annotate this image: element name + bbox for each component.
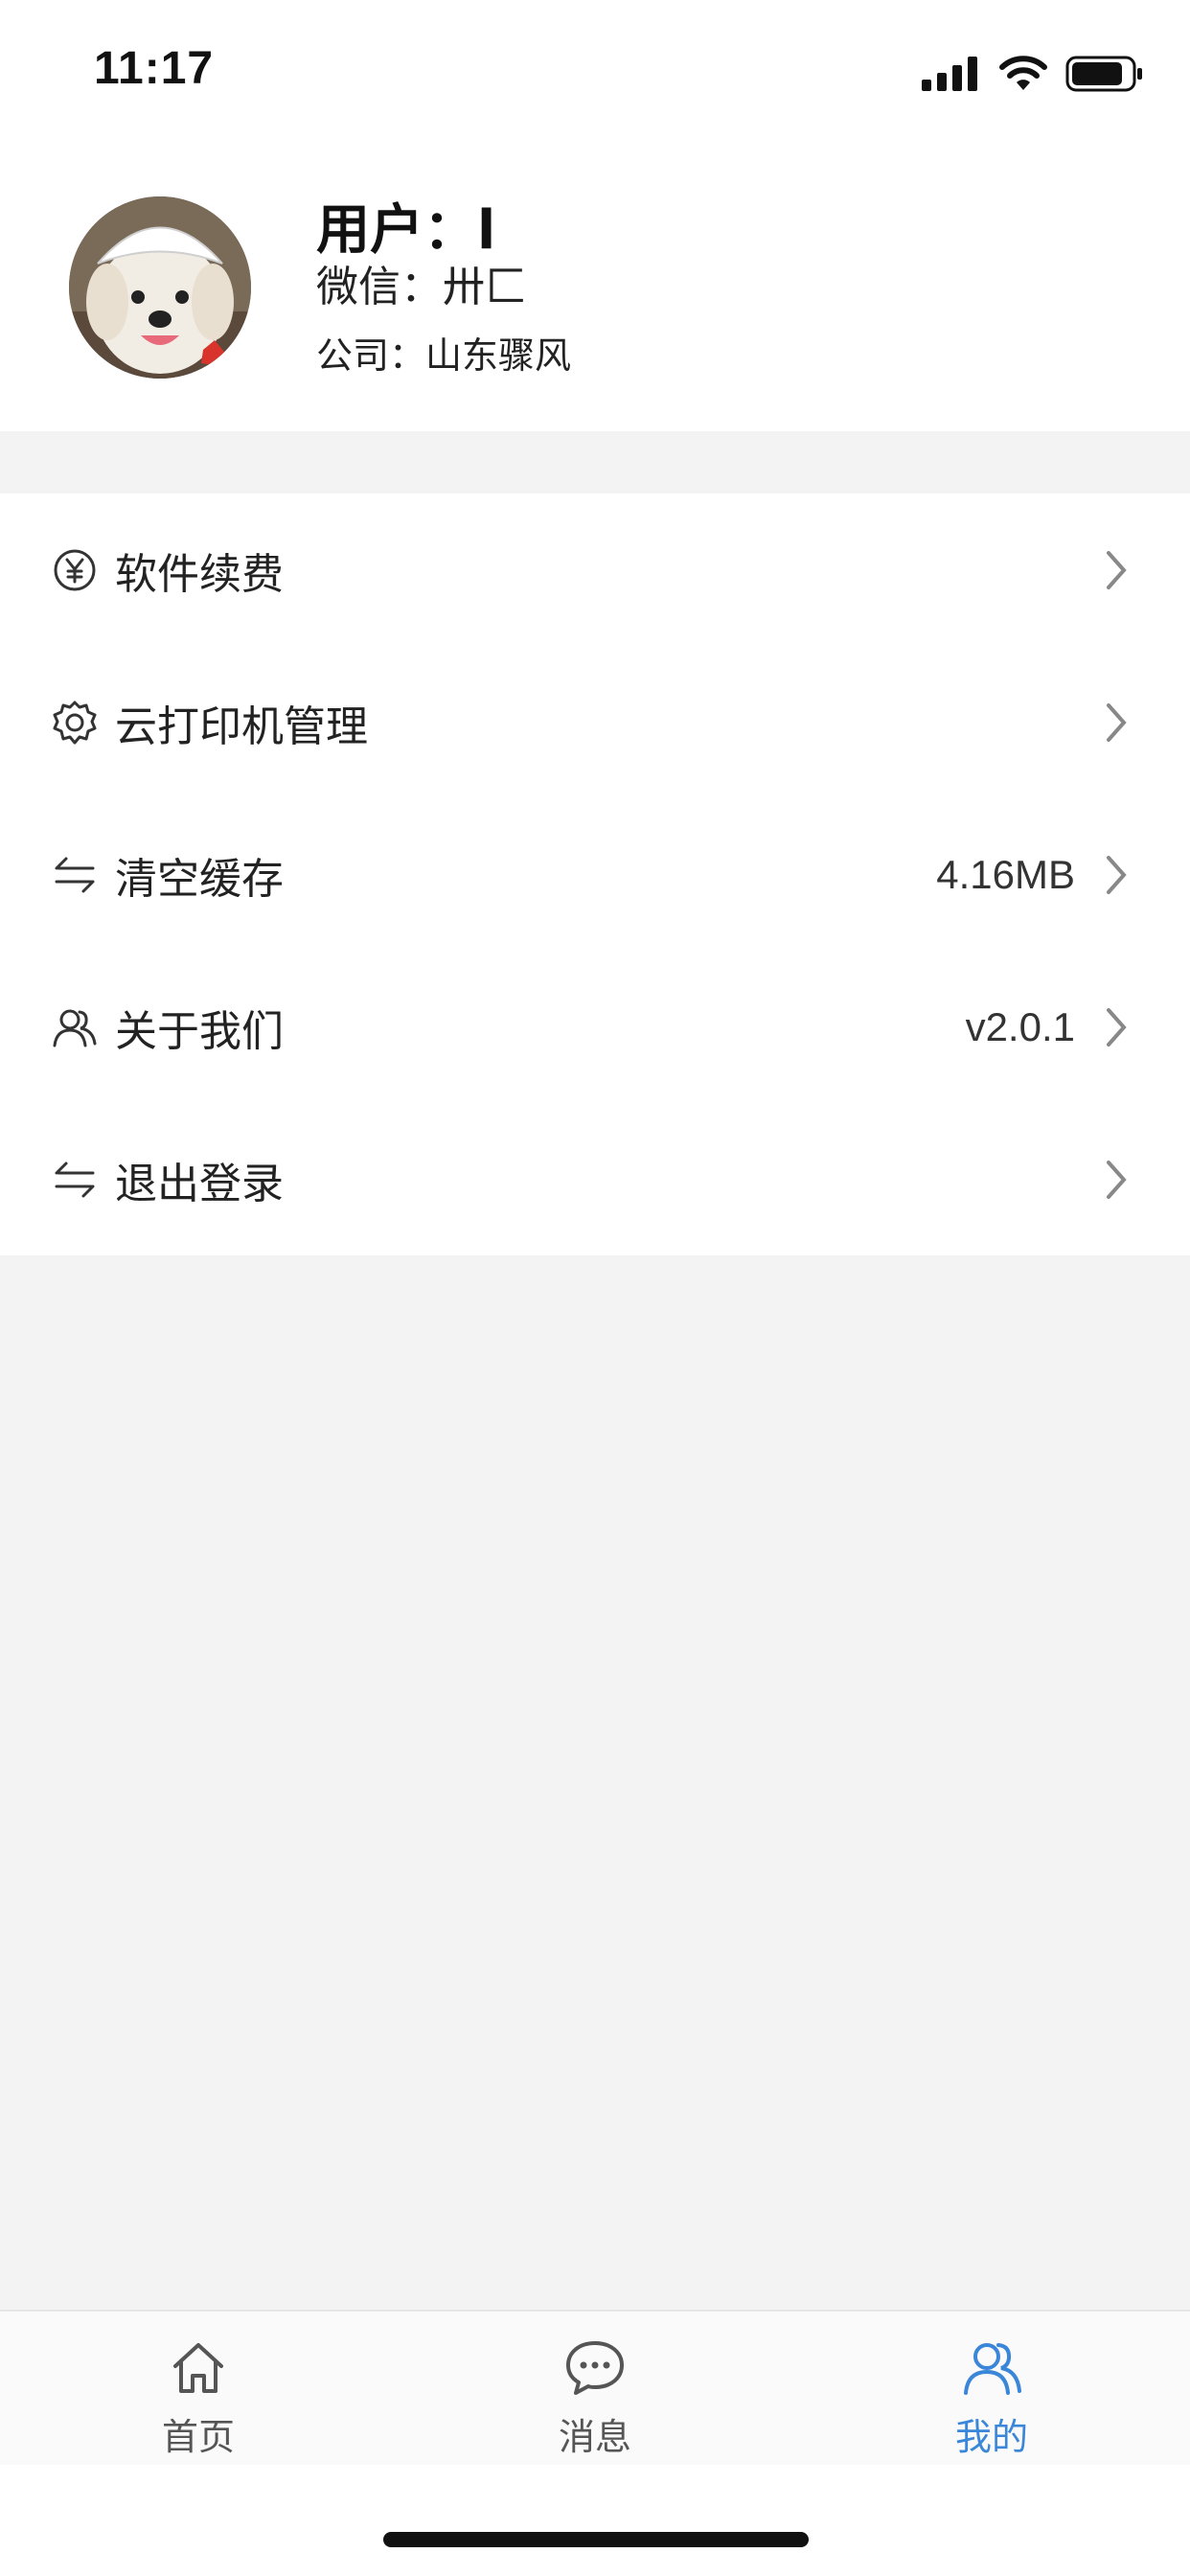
tab-home[interactable]: 首页	[0, 2312, 397, 2467]
swap-arrows-icon	[50, 1155, 100, 1205]
menu-item-renewal[interactable]: 软件续费	[0, 494, 1190, 646]
chevron-right-icon	[1102, 1003, 1131, 1051]
menu-item-clear-cache[interactable]: 清空缓存 4.16MB	[0, 798, 1190, 951]
menu-item-label: 退出登录	[115, 1159, 284, 1208]
app-version-value: v2.0.1	[965, 1003, 1075, 1049]
menu-item-label: 清空缓存	[115, 854, 284, 904]
tab-label: 我的	[954, 2416, 1028, 2458]
status-bar: 11:17	[0, 0, 1190, 144]
home-indicator[interactable]	[383, 2532, 809, 2547]
profile-company: 公司：山东骤风	[316, 334, 572, 377]
chevron-right-icon	[1102, 851, 1131, 899]
tab-label: 首页	[161, 2416, 235, 2458]
signal-icon	[922, 57, 977, 91]
status-time: 11:17	[94, 43, 215, 94]
settings-menu: 软件续费 云打印机管理 清空缓存 4.16MB 关于我们 v2.0.1 退出登录	[0, 494, 1190, 1255]
chevron-right-icon	[1102, 699, 1131, 747]
status-icons	[922, 50, 1144, 98]
swap-arrows-icon	[50, 850, 100, 900]
home-indicator-area	[0, 2465, 1190, 2576]
users-icon	[958, 2334, 1025, 2402]
avatar[interactable]	[69, 196, 251, 379]
menu-item-label: 云打印机管理	[115, 702, 368, 751]
cache-size-value: 4.16MB	[936, 851, 1075, 897]
menu-item-printer-management[interactable]: 云打印机管理	[0, 646, 1190, 798]
tab-mine[interactable]: 我的	[793, 2312, 1190, 2467]
tab-label: 消息	[558, 2416, 631, 2458]
battery-icon	[1065, 56, 1142, 92]
chat-bubble-icon	[561, 2334, 629, 2402]
tab-messages[interactable]: 消息	[397, 2312, 793, 2467]
wifi-icon	[999, 56, 1047, 90]
chevron-right-icon	[1102, 546, 1131, 594]
yen-circle-icon	[50, 545, 100, 595]
chevron-right-icon	[1102, 1156, 1131, 1204]
users-icon	[50, 1002, 100, 1052]
menu-item-logout[interactable]: 退出登录	[0, 1103, 1190, 1255]
menu-item-label: 软件续费	[115, 549, 284, 599]
profile-header: 用户：l 微信：卅匚 公司：山东骤风	[0, 144, 1190, 431]
profile-wechat: 微信：卅匚	[316, 263, 527, 311]
bottom-tab-bar: 首页 消息 我的	[0, 2310, 1190, 2465]
menu-item-about-us[interactable]: 关于我们 v2.0.1	[0, 951, 1190, 1103]
home-icon	[165, 2334, 232, 2402]
gear-icon	[50, 698, 100, 748]
menu-item-label: 关于我们	[115, 1006, 284, 1056]
dog-avatar-image	[69, 196, 251, 379]
